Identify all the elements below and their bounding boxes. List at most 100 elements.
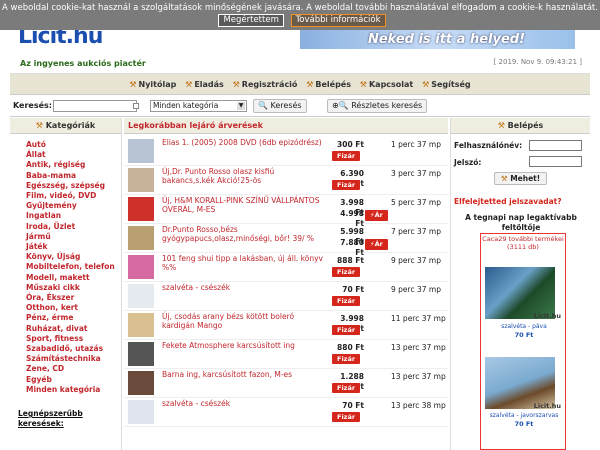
bid-badge[interactable]: Fizár: [332, 180, 361, 190]
category-link[interactable]: Egészség, szépség: [26, 181, 121, 191]
item-title[interactable]: Dr.Punto Rosso,bézs gyógypapucs,olasz,mi…: [162, 225, 324, 243]
item-thumbnail[interactable]: [128, 139, 154, 163]
category-link[interactable]: Könyv, Újság: [26, 252, 121, 262]
table-row[interactable]: szalvéta - csészék 70 Ft Fizár 9 perc 37 mp: [124, 282, 448, 311]
category-link[interactable]: Film, videó, DVD: [26, 191, 121, 201]
main-nav: ⚒ Nyitólap ⚒ Eladás ⚒ Regisztráció ⚒ Belépés…: [10, 73, 590, 95]
product-caption[interactable]: szalvéta - javorszarvas: [481, 412, 567, 419]
nav-item-home[interactable]: ⚒ Nyitólap: [129, 80, 176, 89]
table-row[interactable]: Fekete Atmosphere karcsúsított ing 880 Ft…: [124, 340, 448, 369]
category-link[interactable]: Baba-mama: [26, 171, 121, 181]
buynow-label: Ár: [374, 211, 383, 219]
category-link[interactable]: Ingatlan: [26, 211, 121, 221]
category-link[interactable]: Sport, fitness: [26, 334, 121, 344]
time-remaining: 13 perc 37 mp: [391, 343, 446, 352]
search-button[interactable]: 🔍 Keresés: [253, 99, 307, 113]
bid-badge[interactable]: Fizár: [332, 325, 361, 335]
item-thumbnail[interactable]: [128, 342, 154, 366]
table-row[interactable]: Új,Dr. Punto Rosso olasz kisfiú bakancs,…: [124, 166, 448, 195]
buynow-badge[interactable]: ⚡Ár: [365, 239, 388, 250]
login-heading-label: Belépés: [507, 121, 544, 130]
item-title[interactable]: 101 feng shui tipp a lakásban, új áll. k…: [162, 254, 324, 272]
item-thumbnail[interactable]: [128, 400, 154, 424]
table-row[interactable]: Új, csodás arany bézs kötött boleró kard…: [124, 311, 448, 340]
table-row[interactable]: Elias 1. (2005) 2008 DVD (6db epizódrész…: [124, 137, 448, 166]
table-row[interactable]: 101 feng shui tipp a lakásban, új áll. k…: [124, 253, 448, 282]
nav-item-contact[interactable]: ⚒ Kapcsolat: [360, 80, 413, 89]
bid-badge[interactable]: Fizár: [332, 412, 361, 422]
bid-badge[interactable]: Fizár: [332, 296, 361, 306]
category-link[interactable]: Pénz, érme: [26, 313, 121, 323]
username-input[interactable]: [529, 140, 582, 151]
password-input[interactable]: [529, 156, 582, 167]
item-thumbnail[interactable]: [128, 313, 154, 337]
item-title[interactable]: Barna ing, karcsúsított fazon, M-es: [162, 370, 324, 379]
category-link[interactable]: Műszaki cikk: [26, 283, 121, 293]
search-button-label: Keresés: [270, 101, 302, 110]
category-link[interactable]: Gyűjtemény: [26, 201, 121, 211]
nav-item-register[interactable]: ⚒ Regisztráció: [233, 80, 298, 89]
category-link[interactable]: Ruházat, divat: [26, 324, 121, 334]
cookie-text: A weboldal cookie-kat használ a szolgált…: [2, 3, 598, 13]
bid-badge[interactable]: Fizár: [332, 267, 361, 277]
item-thumbnail[interactable]: [128, 255, 154, 279]
item-thumbnail[interactable]: [128, 197, 154, 221]
nav-label: Nyitólap: [138, 80, 177, 89]
item-thumbnail[interactable]: [128, 371, 154, 395]
category-link[interactable]: Óra, Ékszer: [26, 293, 121, 303]
table-row[interactable]: Dr.Punto Rosso,bézs gyógypapucs,olasz,mi…: [124, 224, 448, 257]
login-submit-button[interactable]: ⚒ Mehet!: [494, 172, 547, 185]
cookie-accept-button[interactable]: Megértettem: [218, 14, 284, 27]
forgot-password-link[interactable]: Elfelejtetted jelszavadat?: [454, 197, 562, 206]
nav-item-sell[interactable]: ⚒ Eladás: [185, 80, 224, 89]
item-title[interactable]: Új, H&M KORALL-PINK SZÍNŰ VÁLLPÁNTOS OVE…: [162, 196, 324, 214]
category-link[interactable]: Állat: [26, 150, 121, 160]
top-uploader-link[interactable]: Caca29 további termékei (3111 db): [481, 234, 565, 251]
buynow-badge[interactable]: ⚡Ár: [365, 210, 388, 221]
item-title[interactable]: Új,Dr. Punto Rosso olasz kisfiú bakancs,…: [162, 167, 324, 185]
category-link[interactable]: Zene, CD: [26, 364, 121, 374]
category-link[interactable]: Jármű: [26, 232, 121, 242]
product-caption[interactable]: szalvéta - páva: [481, 323, 567, 330]
header-banner[interactable]: Neked is itt a helyed!: [300, 30, 575, 49]
item-title[interactable]: szalvéta - csészék: [162, 399, 324, 408]
search-input[interactable]: [53, 100, 137, 112]
item-thumbnail[interactable]: [128, 284, 154, 308]
table-row[interactable]: Új, H&M KORALL-PINK SZÍNŰ VÁLLPÁNTOS OVE…: [124, 195, 448, 228]
search-checkbox[interactable]: [133, 103, 139, 109]
category-link[interactable]: Mobiltelefon, telefon: [26, 262, 121, 272]
category-select[interactable]: Minden kategória ▼: [150, 100, 247, 112]
category-link[interactable]: Antik, régiség: [26, 160, 121, 170]
item-title[interactable]: Elias 1. (2005) 2008 DVD (6db epizódrész…: [162, 138, 324, 147]
nav-item-login[interactable]: ⚒ Belépés: [306, 80, 351, 89]
item-title[interactable]: szalvéta - csészék: [162, 283, 324, 292]
category-link[interactable]: Otthon, kert: [26, 303, 121, 313]
category-link[interactable]: Autó: [26, 140, 121, 150]
item-thumbnail[interactable]: [128, 168, 154, 192]
category-link[interactable]: Minden kategória: [26, 385, 121, 395]
datetime: [ 2019. Nov 9. 09:43:21 ]: [493, 58, 582, 66]
hammer-icon: ⚒: [129, 80, 137, 89]
category-link[interactable]: Játék: [26, 242, 121, 252]
category-link[interactable]: Modell, makett: [26, 273, 121, 283]
nav-label: Segítség: [431, 80, 471, 89]
cookie-more-button[interactable]: További információk: [290, 14, 386, 27]
table-row[interactable]: szalvéta - csészék 70 Ft Fizár 13 perc 38 m…: [124, 398, 448, 427]
bid-badge[interactable]: Fizár: [332, 354, 361, 364]
category-link[interactable]: Iroda, Üzlet: [26, 222, 121, 232]
bid-badge[interactable]: Fizár: [332, 383, 361, 393]
category-link[interactable]: Számítástechnika: [26, 354, 121, 364]
category-link[interactable]: Szabadidő, utazás: [26, 344, 121, 354]
category-sidebar: ⚒ Kategóriák Autó Állat Antik, régiség Baba…: [10, 118, 122, 450]
advanced-search-button[interactable]: ⊕🔍 Részletes keresés: [327, 99, 428, 113]
item-title[interactable]: Új, csodás arany bézs kötött boleró kard…: [162, 312, 324, 330]
item-title[interactable]: Fekete Atmosphere karcsúsított ing: [162, 341, 324, 350]
item-thumbnail[interactable]: [128, 226, 154, 250]
time-remaining: 9 perc 37 mp: [391, 256, 441, 265]
login-submit-label: Mehet!: [510, 174, 541, 183]
nav-label: Kapcsolat: [368, 80, 414, 89]
table-row[interactable]: Barna ing, karcsúsított fazon, M-es 1.288…: [124, 369, 448, 398]
nav-item-help[interactable]: ⚒ Segítség: [422, 80, 471, 89]
bid-badge[interactable]: Fizár: [332, 151, 361, 161]
category-link[interactable]: Egyéb: [26, 375, 121, 385]
